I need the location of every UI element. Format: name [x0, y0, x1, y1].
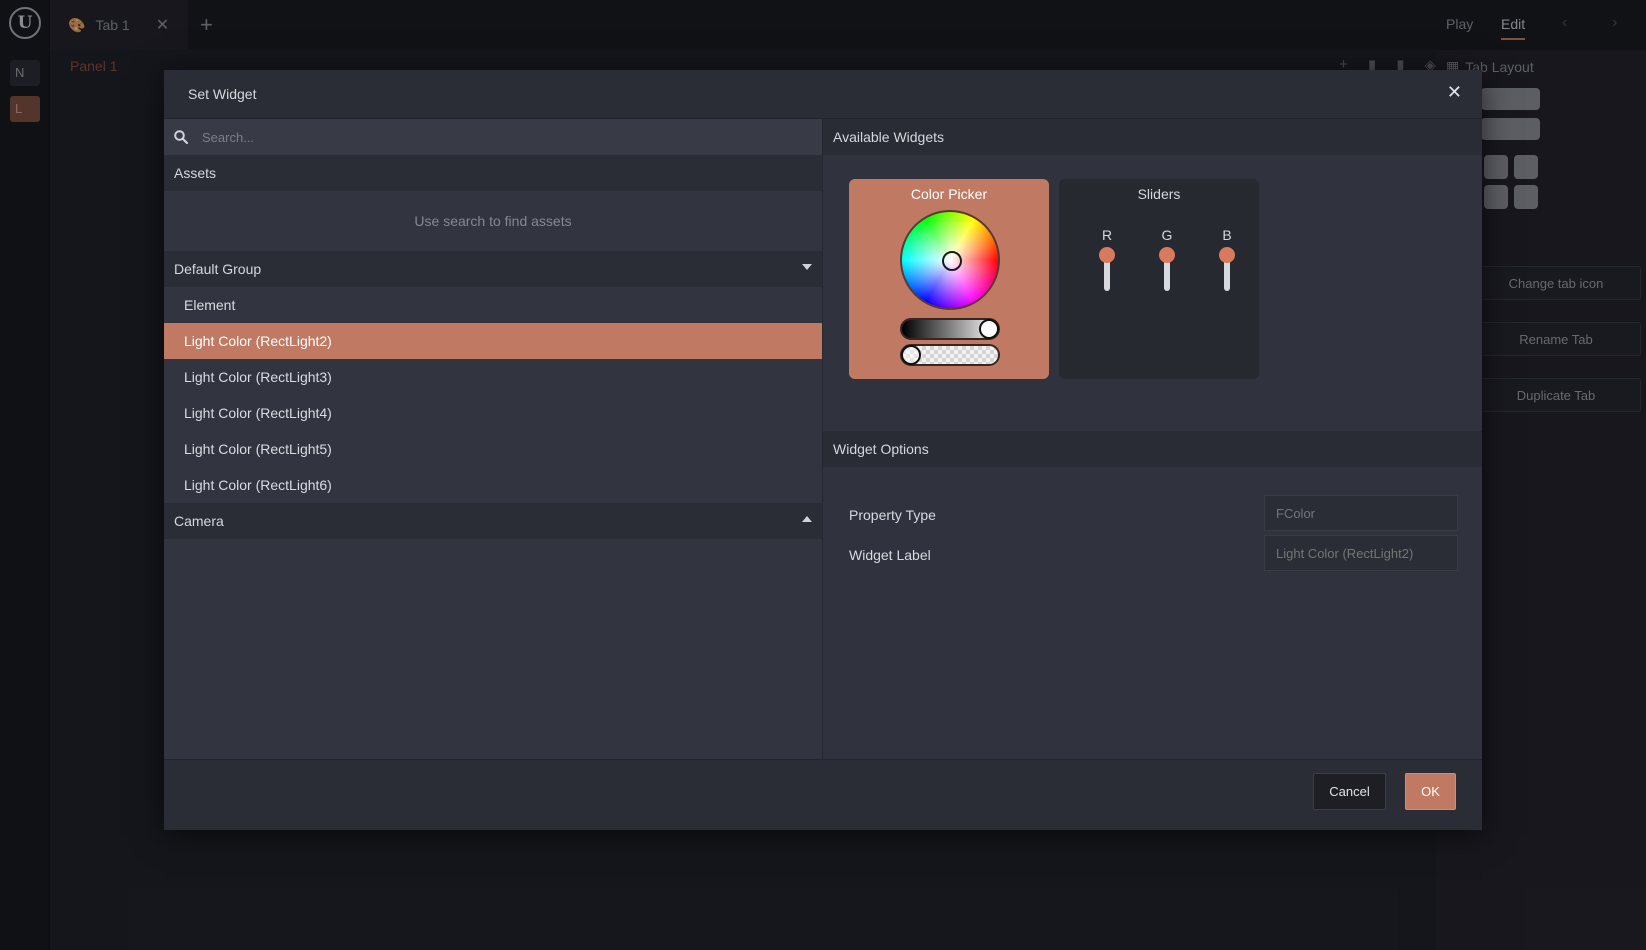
dialog-title: Set Widget — [188, 86, 257, 102]
slider-track — [1099, 247, 1115, 291]
brightness-knob — [979, 319, 999, 339]
widgets-area: Color Picker Sliders R G B — [823, 155, 1482, 431]
widget-label-label: Widget Label — [849, 547, 931, 563]
search-icon — [174, 130, 188, 144]
ok-button[interactable]: OK — [1405, 773, 1456, 810]
slider-thumb — [1159, 247, 1175, 263]
group-header-camera[interactable]: Camera — [164, 503, 822, 539]
list-item[interactable]: Light Color (RectLight6) — [164, 467, 822, 503]
widget-options-body: Property Type Widget Label — [823, 467, 1482, 575]
widget-label-field[interactable] — [1264, 535, 1458, 571]
color-wheel-icon — [900, 210, 1000, 310]
slider-thumb — [1099, 247, 1115, 263]
widget-panel: Available Widgets Color Picker Sliders R — [823, 119, 1482, 759]
assets-header: Assets — [164, 155, 822, 191]
search-row — [164, 119, 822, 155]
color-picker-title: Color Picker — [910, 186, 988, 202]
slider-track — [1219, 247, 1235, 291]
slider-g: G — [1157, 227, 1177, 291]
slider-b: B — [1217, 227, 1237, 291]
property-type-label: Property Type — [849, 507, 936, 523]
slider-label: B — [1222, 227, 1232, 243]
color-wheel-knob — [942, 251, 962, 271]
widget-options-header: Widget Options — [823, 431, 1482, 467]
widget-label-row: Widget Label — [823, 535, 1482, 575]
slider-r: R — [1097, 227, 1117, 291]
brightness-bar — [900, 318, 1000, 340]
property-type-row: Property Type — [823, 495, 1482, 535]
color-picker-widget-card[interactable]: Color Picker — [849, 179, 1049, 379]
group-name: Camera — [174, 513, 224, 529]
slider-label: R — [1101, 227, 1113, 243]
search-input[interactable] — [202, 129, 762, 145]
available-widgets-header: Available Widgets — [823, 119, 1482, 155]
alpha-knob — [901, 345, 921, 365]
set-widget-dialog: Set Widget ✕ Assets Use search to find a… — [164, 70, 1482, 830]
asset-browser: Assets Use search to find assets Default… — [164, 119, 823, 759]
close-icon[interactable]: ✕ — [1447, 82, 1462, 103]
list-item[interactable]: Light Color (RectLight3) — [164, 359, 822, 395]
slider-thumb — [1219, 247, 1235, 263]
list-item[interactable]: Light Color (RectLight4) — [164, 395, 822, 431]
list-item-selected[interactable]: Light Color (RectLight2) — [164, 323, 822, 359]
slider-track — [1159, 247, 1175, 291]
available-widgets-label: Available Widgets — [833, 129, 945, 145]
cancel-button[interactable]: Cancel — [1313, 773, 1386, 810]
group-name: Default Group — [174, 261, 262, 277]
sliders-widget-card[interactable]: Sliders R G B — [1059, 179, 1259, 379]
sliders-title: Sliders — [1137, 186, 1181, 202]
dialog-footer: Cancel OK — [164, 759, 1482, 830]
list-item[interactable]: Element — [164, 287, 822, 323]
list-item[interactable]: Light Color (RectLight5) — [164, 431, 822, 467]
assets-header-label: Assets — [174, 165, 217, 181]
group-header-default[interactable]: Default Group — [164, 251, 822, 287]
caret-up-icon[interactable] — [802, 516, 812, 522]
alpha-bar — [900, 344, 1000, 366]
widget-options-label: Widget Options — [833, 441, 929, 457]
slider-label: G — [1161, 227, 1173, 243]
assets-empty-message: Use search to find assets — [414, 213, 572, 229]
property-type-field[interactable] — [1264, 495, 1458, 531]
dialog-header: Set Widget ✕ — [164, 70, 1482, 119]
caret-down-icon[interactable] — [802, 264, 812, 270]
